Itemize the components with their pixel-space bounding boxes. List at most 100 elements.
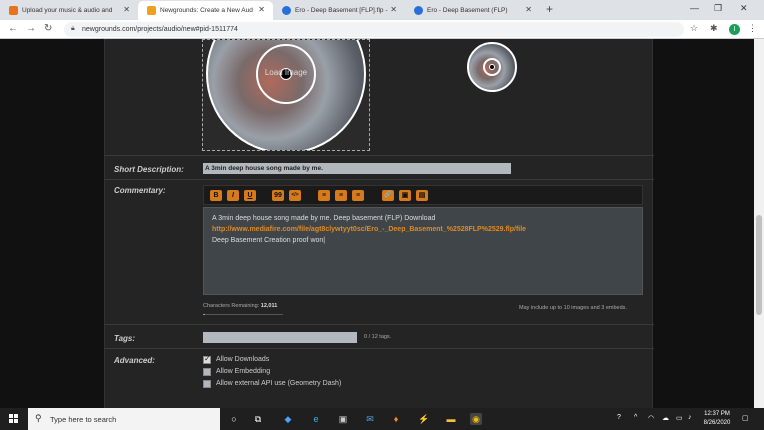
italic-button[interactable]: I: [227, 190, 239, 201]
characters-remaining: Characters Remaining: 12,011: [203, 303, 277, 309]
cloud-icon[interactable]: ☁: [662, 414, 669, 422]
close-icon[interactable]: ✕: [525, 5, 532, 14]
volume-icon[interactable]: ♪: [688, 414, 692, 421]
help-icon[interactable]: ?: [617, 414, 621, 421]
restore-icon[interactable]: ❐: [714, 3, 722, 14]
edge-icon[interactable]: e: [310, 413, 322, 425]
tags-label: Tags:: [114, 334, 136, 343]
tags-count: 0 / 12 tags.: [364, 334, 392, 340]
app-icon[interactable]: ⚡: [418, 413, 430, 425]
cortana-icon[interactable]: ○: [228, 413, 240, 425]
short-description-label: Short Description:: [114, 165, 184, 174]
align-left-button[interactable]: ≡: [318, 190, 330, 201]
tab-title: Upload your music & audio and: [22, 7, 113, 14]
task-view-icon[interactable]: ⧉: [252, 413, 264, 425]
taskbar-search-box[interactable]: ⚲ Type here to search: [28, 408, 220, 430]
favicon-icon: [9, 6, 18, 15]
address-bar-row: ← → ↻ 🔒︎ newgrounds.com/projects/audio/n…: [0, 20, 764, 39]
store-icon[interactable]: ▣: [337, 413, 349, 425]
clock-time: 12:37 PM: [704, 411, 730, 417]
load-image-label[interactable]: Load Image: [208, 68, 364, 77]
browser-tab-bar: Upload your music & audio and ✕ Newgroun…: [0, 0, 764, 20]
page-scrollbar[interactable]: [754, 39, 764, 408]
taskbar-clock[interactable]: 12:37 PM 8/26/2020: [700, 410, 734, 428]
quote-button[interactable]: 99: [272, 190, 284, 201]
favicon-icon: [282, 6, 291, 15]
lock-icon: 🔒︎: [71, 25, 75, 32]
windows-taskbar: ⚲ Type here to search ○ ⧉ ◆ e ▣ ✉ ♦ ⚡ ▬ …: [0, 408, 764, 430]
forward-arrow-icon[interactable]: →: [26, 23, 36, 34]
bold-button[interactable]: B: [210, 190, 222, 201]
characters-progress-bar: [203, 314, 283, 315]
image-button[interactable]: ▣: [399, 190, 411, 201]
allow-embedding-checkbox[interactable]: [203, 368, 211, 376]
url-field[interactable]: 🔒︎ newgrounds.com/projects/audio/new#pid…: [64, 22, 684, 37]
close-icon[interactable]: ✕: [258, 5, 265, 14]
profile-avatar[interactable]: I: [729, 24, 740, 35]
allow-api-checkbox[interactable]: [203, 380, 211, 388]
url-text: newgrounds.com/projects/audio/new#pid-15…: [82, 26, 238, 33]
chrome-icon[interactable]: ◉: [470, 413, 482, 425]
tab-ero-flp[interactable]: Ero - Deep Basement [FLP].flp - ✕: [273, 1, 405, 20]
short-description-input[interactable]: [203, 163, 511, 174]
extensions-icon[interactable]: ✱: [710, 23, 718, 34]
characters-remaining-label: Characters Remaining:: [203, 303, 260, 309]
advanced-label: Advanced:: [114, 356, 155, 365]
reload-icon[interactable]: ↻: [44, 23, 52, 34]
scrollbar-thumb[interactable]: [756, 215, 762, 315]
close-icon[interactable]: ✕: [123, 5, 130, 14]
divider: [105, 348, 654, 349]
tab-title: Ero - Deep Basement (FLP): [427, 7, 508, 14]
tab-title: Ero - Deep Basement [FLP].flp -: [295, 7, 388, 14]
characters-remaining-value: 12,011: [260, 303, 278, 309]
divider: [105, 324, 654, 325]
allow-downloads-checkbox[interactable]: [203, 354, 211, 364]
allow-api-label[interactable]: Allow external API use (Geometry Dash): [216, 380, 341, 387]
notifications-icon[interactable]: ▢: [742, 414, 749, 422]
network-icon[interactable]: ◠: [648, 414, 654, 422]
tray-chevron-icon[interactable]: ^: [634, 414, 637, 421]
windows-start-icon[interactable]: [9, 414, 19, 424]
menu-icon[interactable]: ⋮: [748, 23, 757, 34]
search-placeholder: Type here to search: [50, 415, 117, 424]
tab-upload-music[interactable]: Upload your music & audio and ✕: [0, 1, 138, 20]
newgrounds-favicon-icon: [147, 6, 156, 15]
fl-studio-icon[interactable]: ♦: [390, 413, 402, 425]
clock-date: 8/26/2020: [703, 420, 731, 426]
window-close-icon[interactable]: ✕: [740, 3, 748, 14]
tab-ero-deep-basement[interactable]: Ero - Deep Basement (FLP) ✕: [405, 1, 540, 20]
minimize-icon[interactable]: —: [690, 3, 699, 13]
embed-button[interactable]: ▤: [416, 190, 428, 201]
underline-button[interactable]: U: [244, 190, 256, 201]
commentary-editor[interactable]: A 3min deep house song made by me. Deep …: [203, 207, 643, 295]
dropbox-icon[interactable]: ◆: [282, 413, 294, 425]
tab-newgrounds-create[interactable]: Newgrounds: Create a New Aud ✕: [138, 1, 273, 20]
tab-title: Newgrounds: Create a New Aud: [160, 7, 253, 14]
new-tab-button[interactable]: +: [546, 2, 553, 16]
code-button[interactable]: </>: [289, 190, 301, 201]
commentary-label: Commentary:: [114, 186, 166, 195]
list-button[interactable]: ≡: [352, 190, 364, 201]
divider: [105, 155, 654, 156]
tags-input[interactable]: [203, 332, 357, 343]
search-icon: ⚲: [35, 413, 42, 423]
allow-embedding-label[interactable]: Allow Embedding: [216, 368, 270, 375]
upload-form-panel: Load Image Short Description: Commentary…: [104, 39, 654, 408]
page-content: Load Image Short Description: Commentary…: [0, 39, 764, 408]
editor-toolbar: B I U 99 </> ≡ ≡ ≡ 🔗 ▣ ▤: [203, 185, 643, 205]
align-center-button[interactable]: ≡: [335, 190, 347, 201]
image-limit-note: May include up to 10 images and 3 embeds…: [519, 305, 627, 311]
star-icon[interactable]: ☆: [690, 23, 698, 34]
divider: [105, 179, 654, 180]
image-upload-area[interactable]: Load Image: [202, 39, 370, 151]
file-explorer-icon[interactable]: ▬: [445, 413, 457, 425]
mail-icon[interactable]: ✉: [364, 413, 376, 425]
commentary-link[interactable]: http://www.mediafire.com/file/agt8clywty…: [212, 224, 634, 235]
commentary-text: A 3min deep house song made by me. Deep …: [212, 215, 436, 222]
close-icon[interactable]: ✕: [390, 5, 397, 14]
battery-icon[interactable]: ▭: [676, 414, 683, 422]
back-arrow-icon[interactable]: ←: [8, 23, 18, 34]
allow-downloads-label[interactable]: Allow Downloads: [216, 356, 269, 363]
link-button[interactable]: 🔗: [382, 190, 394, 201]
cover-disc-small: [467, 42, 517, 92]
